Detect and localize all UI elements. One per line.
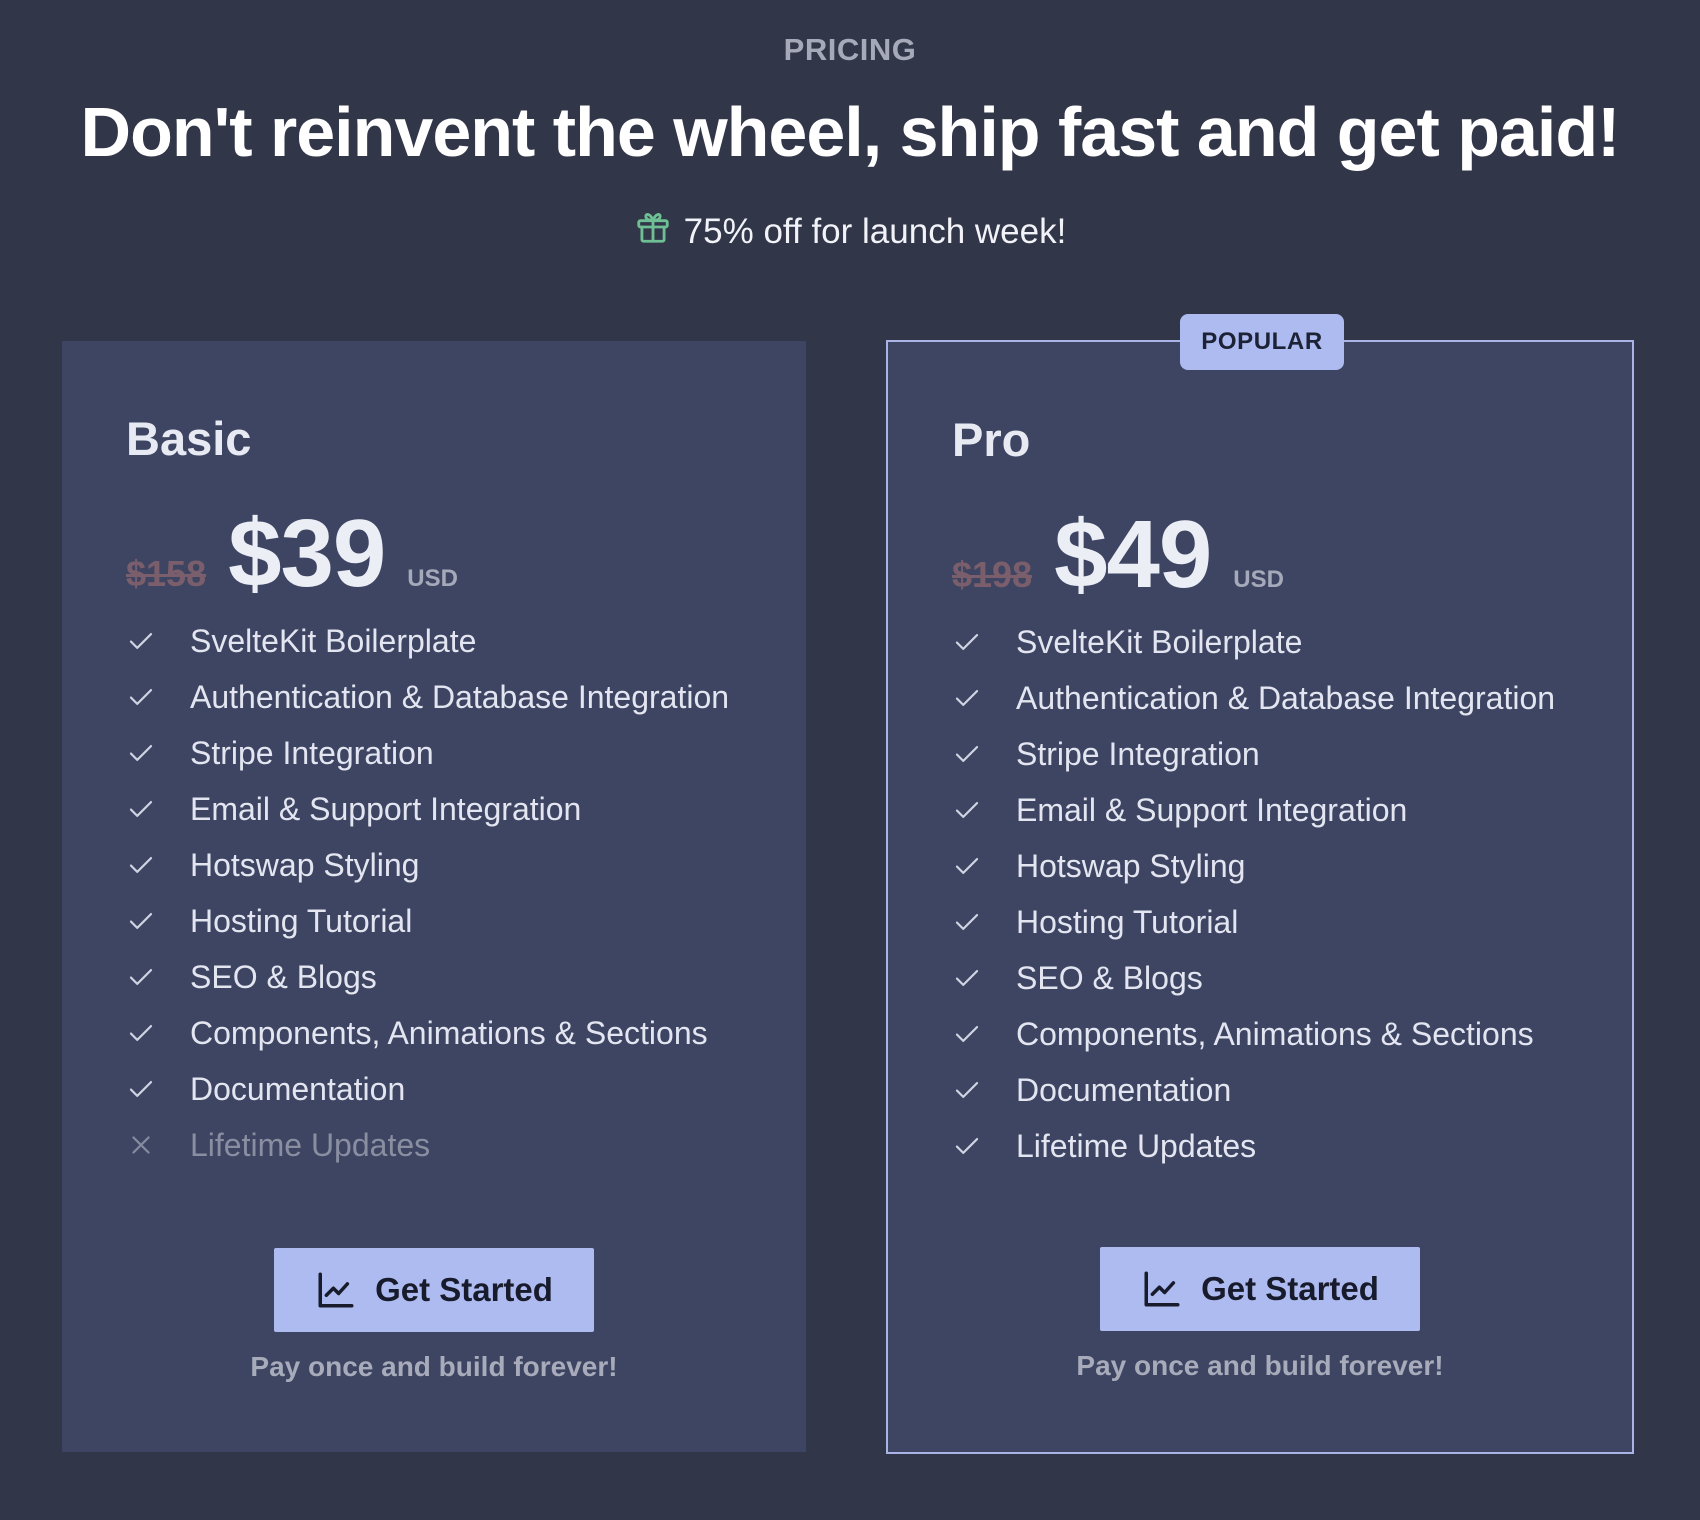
- chart-line-icon: [1144, 1271, 1180, 1307]
- feature-label: Hotswap Styling: [1016, 847, 1246, 884]
- plan-card-basic: Basic $158 $39 USD SvelteKit Boilerplate…: [62, 341, 806, 1452]
- feature-label: Hosting Tutorial: [190, 902, 413, 939]
- feature-item-excluded: Lifetime Updates: [62, 1117, 806, 1173]
- check-icon: [129, 745, 153, 761]
- feature-label: Email & Support Integration: [190, 790, 582, 827]
- feature-item: Email & Support Integration: [888, 782, 1632, 838]
- current-price: $39: [228, 500, 386, 607]
- check-icon: [129, 689, 153, 705]
- feature-item: SEO & Blogs: [888, 950, 1632, 1006]
- feature-item: Documentation: [888, 1062, 1632, 1118]
- currency-label: USD: [1233, 566, 1284, 593]
- check-icon: [955, 1138, 979, 1154]
- feature-label: Lifetime Updates: [1016, 1127, 1257, 1164]
- feature-label: Documentation: [190, 1070, 406, 1107]
- feature-label: Stripe Integration: [1016, 735, 1260, 772]
- price-row: $198 $49 USD: [952, 500, 1284, 610]
- feature-label: Authentication & Database Integration: [190, 678, 730, 715]
- chart-line-icon: [318, 1272, 354, 1308]
- get-started-button[interactable]: Get Started: [1100, 1247, 1420, 1331]
- check-icon: [955, 1026, 979, 1042]
- gift-icon: [634, 208, 672, 255]
- feature-item: SEO & Blogs: [62, 949, 806, 1005]
- feature-item: Authentication & Database Integration: [888, 670, 1632, 726]
- feature-label: SEO & Blogs: [1016, 959, 1203, 996]
- feature-label: Hotswap Styling: [190, 846, 420, 883]
- feature-label: Email & Support Integration: [1016, 791, 1408, 828]
- feature-list: SvelteKit Boilerplate Authentication & D…: [888, 614, 1632, 1174]
- feature-item: Components, Animations & Sections: [888, 1006, 1632, 1062]
- button-label: Get Started: [375, 1271, 553, 1308]
- currency-label: USD: [407, 565, 458, 592]
- check-icon: [955, 690, 979, 706]
- feature-item: Stripe Integration: [888, 726, 1632, 782]
- feature-label: SvelteKit Boilerplate: [190, 622, 477, 659]
- check-icon: [955, 1082, 979, 1098]
- plan-name: Pro: [952, 413, 1031, 466]
- check-icon: [129, 801, 153, 817]
- feature-label: Authentication & Database Integration: [1016, 679, 1556, 716]
- check-icon: [129, 969, 153, 985]
- promo-banner: 75% off for launch week!: [0, 208, 1700, 255]
- feature-label: Documentation: [1016, 1071, 1232, 1108]
- plan-note: Pay once and build forever!: [250, 1351, 618, 1382]
- feature-item: Email & Support Integration: [62, 781, 806, 837]
- feature-label: Components, Animations & Sections: [1016, 1015, 1534, 1052]
- feature-list: SvelteKit Boilerplate Authentication & D…: [62, 613, 806, 1173]
- section-eyebrow: PRICING: [783, 32, 917, 67]
- check-icon: [129, 633, 153, 649]
- check-icon: [955, 802, 979, 818]
- price-row: $158 $39 USD: [126, 499, 458, 609]
- feature-item: Hosting Tutorial: [62, 893, 806, 949]
- feature-item: Stripe Integration: [62, 725, 806, 781]
- check-icon: [129, 1081, 153, 1097]
- feature-label: Components, Animations & Sections: [190, 1014, 708, 1051]
- plan-card-pro: POPULAR Pro $198 $49 USD SvelteKit Boile…: [886, 314, 1634, 1454]
- promo-text: 75% off for launch week!: [683, 211, 1067, 251]
- button-label: Get Started: [1201, 1270, 1379, 1307]
- check-icon: [955, 858, 979, 874]
- feature-label: Stripe Integration: [190, 734, 434, 771]
- x-icon: [132, 1136, 150, 1154]
- feature-label: SEO & Blogs: [190, 958, 377, 995]
- popular-badge: POPULAR: [1180, 314, 1344, 370]
- current-price: $49: [1054, 501, 1212, 608]
- feature-item: Hotswap Styling: [62, 837, 806, 893]
- check-icon: [955, 746, 979, 762]
- feature-label: SvelteKit Boilerplate: [1016, 623, 1303, 660]
- feature-item: SvelteKit Boilerplate: [62, 613, 806, 669]
- feature-item: Authentication & Database Integration: [62, 669, 806, 725]
- plan-note: Pay once and build forever!: [1076, 1350, 1444, 1381]
- feature-item: Lifetime Updates: [888, 1118, 1632, 1174]
- check-icon: [129, 913, 153, 929]
- get-started-button[interactable]: Get Started: [274, 1248, 594, 1332]
- check-icon: [129, 1025, 153, 1041]
- feature-item: Documentation: [62, 1061, 806, 1117]
- check-icon: [955, 914, 979, 930]
- check-icon: [955, 634, 979, 650]
- feature-item: Hotswap Styling: [888, 838, 1632, 894]
- plan-name: Basic: [126, 412, 252, 465]
- page-title: Don't reinvent the wheel, ship fast and …: [80, 93, 1621, 171]
- check-icon: [129, 857, 153, 873]
- feature-label: Hosting Tutorial: [1016, 903, 1239, 940]
- check-icon: [955, 970, 979, 986]
- feature-item: SvelteKit Boilerplate: [888, 614, 1632, 670]
- feature-item: Components, Animations & Sections: [62, 1005, 806, 1061]
- original-price: $198: [952, 554, 1033, 595]
- original-price: $158: [126, 553, 207, 594]
- pricing-page: PRICING Don't reinvent the wheel, ship f…: [0, 0, 1700, 1520]
- feature-label: Lifetime Updates: [190, 1126, 431, 1163]
- feature-item: Hosting Tutorial: [888, 894, 1632, 950]
